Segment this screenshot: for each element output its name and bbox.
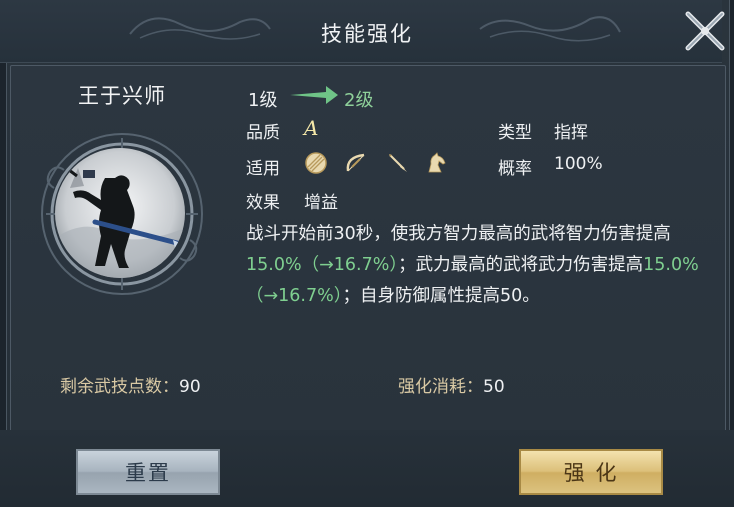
- upgrade-cost-label: 强化消耗：: [398, 377, 483, 397]
- dialog-title: 技能强化: [321, 22, 413, 46]
- shield-icon: [305, 152, 327, 174]
- upgrade-cost-value: 50: [483, 377, 505, 397]
- close-icon[interactable]: [682, 8, 728, 54]
- remaining-points: 剩余武技点数：90: [60, 372, 201, 397]
- type-label: 类型: [498, 123, 532, 143]
- bow-icon: [346, 153, 365, 172]
- skill-name: 王于兴师: [78, 84, 166, 108]
- remaining-points-label: 剩余武技点数：: [60, 377, 179, 397]
- quality-label: 品质: [246, 123, 280, 143]
- spear-icon: [389, 154, 407, 172]
- reset-button[interactable]: 重置: [76, 449, 220, 495]
- effect-label: 效果: [246, 193, 280, 213]
- desc-text-1: 战斗开始前30秒，使我方智力最高的武将智力伤害提高: [246, 224, 671, 244]
- desc-highlight-1: 15.0%（→16.7%）: [246, 255, 399, 275]
- upgrade-cost: 强化消耗：50: [398, 372, 505, 397]
- skill-portrait-image: [55, 148, 185, 278]
- desc-text-2: ；武力最高的武将武力伤害提高: [398, 255, 644, 275]
- upgrade-button[interactable]: 强 化: [519, 449, 663, 495]
- skill-description: 战斗开始前30秒，使我方智力最高的武将智力伤害提高 15.0%（→16.7%）；武…: [246, 219, 706, 312]
- type-value: 指挥: [554, 123, 588, 143]
- applies-label: 适用: [246, 159, 280, 179]
- level-current: 1级: [248, 90, 278, 111]
- warrior-silhouette-icon: [55, 148, 185, 278]
- desc-text-3: ；自身防御属性提高50。: [342, 286, 540, 306]
- level-next: 2级: [344, 90, 374, 111]
- remaining-points-value: 90: [179, 377, 201, 397]
- quality-value: A: [304, 116, 319, 140]
- chance-label: 概率: [498, 159, 532, 179]
- effect-value: 增益: [304, 193, 338, 213]
- chance-value: 100%: [554, 154, 603, 174]
- arrow-right-icon: [290, 86, 338, 104]
- horse-icon: [428, 152, 446, 173]
